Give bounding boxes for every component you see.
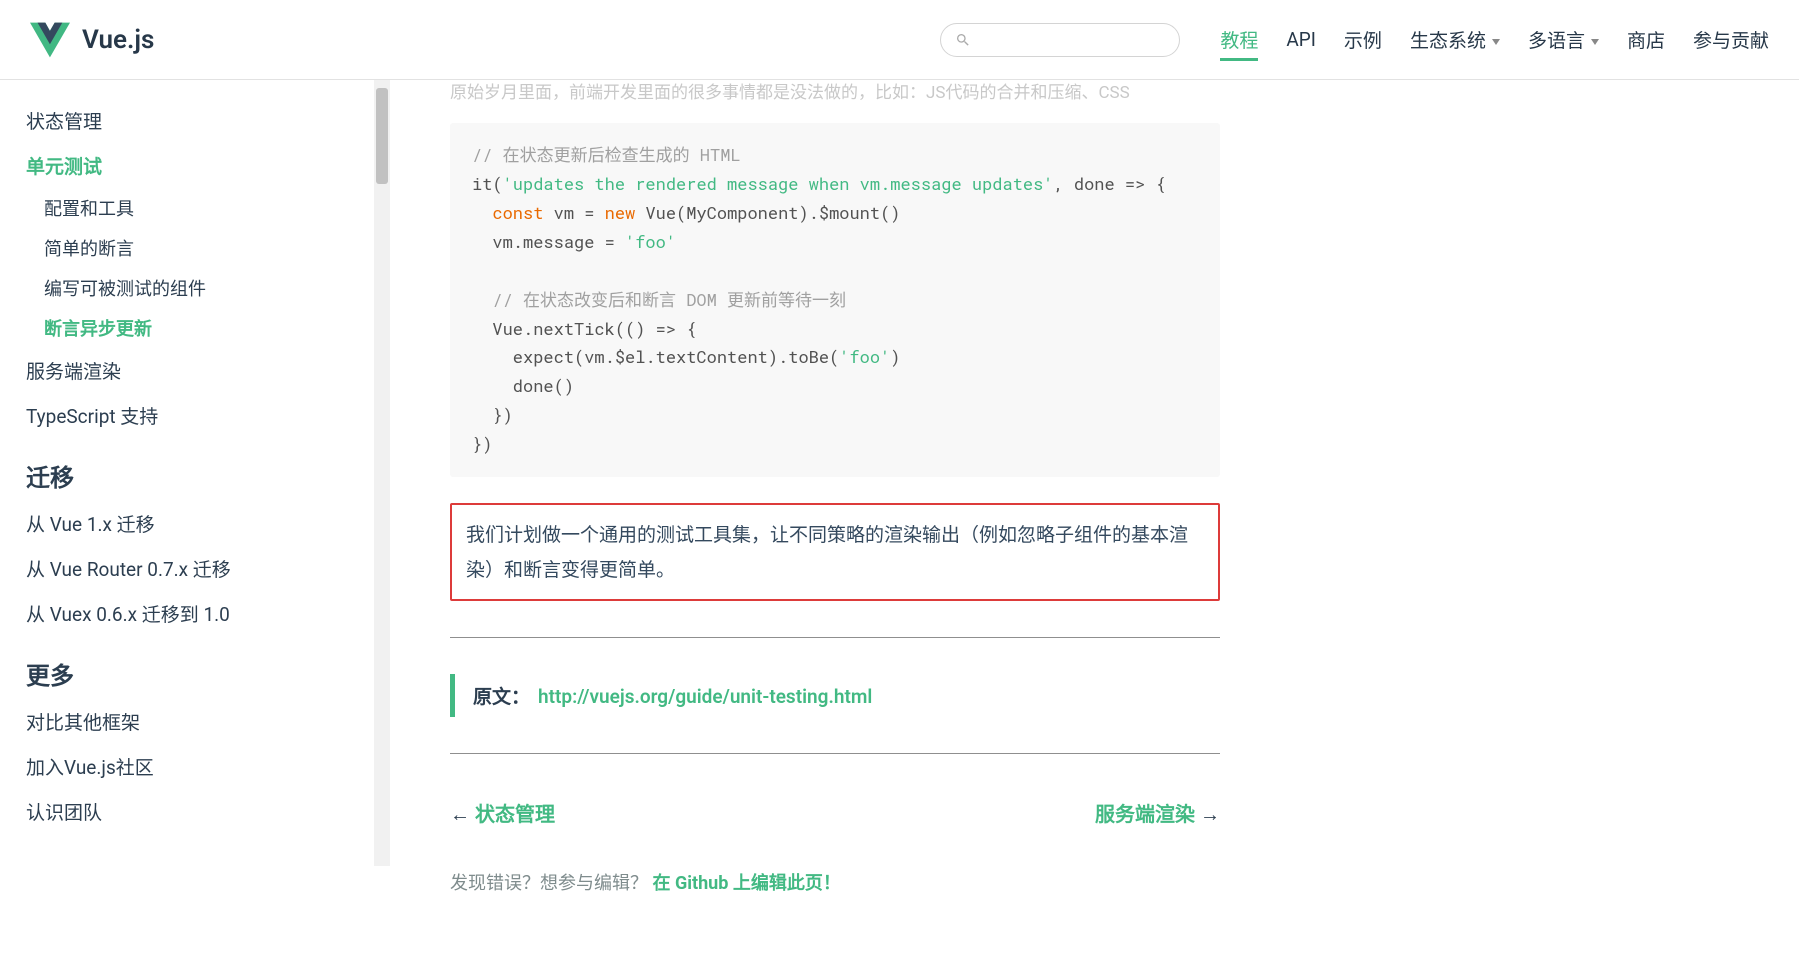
sidebar-item-setup[interactable]: 配置和工具: [44, 188, 354, 228]
top-nav: 教程 API 示例 生态系统 多语言 商店 参与贡献: [1220, 4, 1769, 75]
site-title: Vue.js: [82, 25, 154, 55]
nav-api[interactable]: API: [1286, 6, 1316, 73]
sidebar-sublist: 配置和工具 简单的断言 编写可被测试的组件 断言异步更新: [26, 188, 354, 348]
sidebar-scroll[interactable]: 状态管理 单元测试 配置和工具 简单的断言 编写可被测试的组件 断言异步更新 服…: [0, 80, 374, 866]
chevron-down-icon: [1591, 39, 1599, 45]
search-icon: [955, 32, 971, 48]
nav-tutorial[interactable]: 教程: [1220, 4, 1258, 75]
chevron-down-icon: [1492, 39, 1500, 45]
main-content: 原始岁月里面，前端开发里面的很多事情都是没法做的，比如：JS代码的合并和压缩、C…: [390, 80, 1280, 975]
sidebar-item-async-assert[interactable]: 断言异步更新: [44, 308, 354, 348]
nav-contribute[interactable]: 参与贡献: [1693, 4, 1769, 75]
sidebar-scrollbar[interactable]: [374, 80, 390, 866]
sidebar-item-state[interactable]: 状态管理: [26, 98, 354, 143]
source-label: 原文：: [473, 682, 530, 709]
scrollbar-thumb[interactable]: [376, 88, 388, 184]
edit-line: 发现错误？想参与编辑？ 在 Github 上编辑此页！: [450, 869, 1220, 895]
sidebar-item-migrate-router[interactable]: 从 Vue Router 0.7.x 迁移: [26, 546, 354, 591]
nav-shop[interactable]: 商店: [1627, 4, 1665, 75]
nav-examples[interactable]: 示例: [1344, 4, 1382, 75]
sidebar-item-unit-testing[interactable]: 单元测试: [26, 143, 354, 188]
logo-area[interactable]: Vue.js: [30, 20, 154, 60]
sidebar-item-simple-assert[interactable]: 简单的断言: [44, 228, 354, 268]
sidebar: 状态管理 单元测试 配置和工具 简单的断言 编写可被测试的组件 断言异步更新 服…: [0, 80, 390, 866]
sidebar-item-typescript[interactable]: TypeScript 支持: [26, 393, 354, 438]
pager: ← 状态管理 服务端渲染 →: [450, 790, 1220, 835]
sidebar-heading-more: 更多: [26, 636, 354, 699]
divider: [450, 753, 1220, 754]
nav-ecosystem[interactable]: 生态系统: [1410, 4, 1500, 75]
divider: [450, 637, 1220, 638]
nav-translations[interactable]: 多语言: [1528, 4, 1599, 75]
sidebar-item-team[interactable]: 认识团队: [26, 789, 354, 834]
sidebar-item-testable-components[interactable]: 编写可被测试的组件: [44, 268, 354, 308]
sidebar-item-migrate-vuex[interactable]: 从 Vuex 0.6.x 迁移到 1.0: [26, 591, 354, 636]
sidebar-item-ssr[interactable]: 服务端渲染: [26, 348, 354, 393]
arrow-right-icon: →: [1195, 802, 1220, 826]
source-link[interactable]: http://vuejs.org/guide/unit-testing.html: [538, 685, 872, 708]
sidebar-item-comparison[interactable]: 对比其他框架: [26, 699, 354, 744]
highlighted-note: 我们计划做一个通用的测试工具集，让不同策略的渲染输出（例如忽略子组件的基本渲染）…: [450, 503, 1220, 601]
search-input[interactable]: [940, 23, 1180, 57]
faded-prev-text: 原始岁月里面，前端开发里面的很多事情都是没法做的，比如：JS代码的合并和压缩、C…: [450, 80, 1220, 115]
top-header: Vue.js 教程 API 示例 生态系统 多语言 商店 参与贡献: [0, 0, 1799, 80]
pager-prev[interactable]: ← 状态管理: [450, 798, 555, 827]
source-callout: 原文： http://vuejs.org/guide/unit-testing.…: [450, 674, 1220, 717]
sidebar-heading-migration: 迁移: [26, 438, 354, 501]
arrow-left-icon: ←: [450, 802, 475, 826]
code-block: // 在状态更新后检查生成的 HTML it('updates the rend…: [450, 123, 1220, 477]
pager-next[interactable]: 服务端渲染 →: [1095, 798, 1220, 827]
sidebar-item-migrate-vue1[interactable]: 从 Vue 1.x 迁移: [26, 501, 354, 546]
sidebar-item-community[interactable]: 加入Vue.js社区: [26, 744, 354, 789]
vue-logo-icon: [30, 20, 70, 60]
edit-github-link[interactable]: 在 Github 上编辑此页！: [652, 873, 840, 894]
